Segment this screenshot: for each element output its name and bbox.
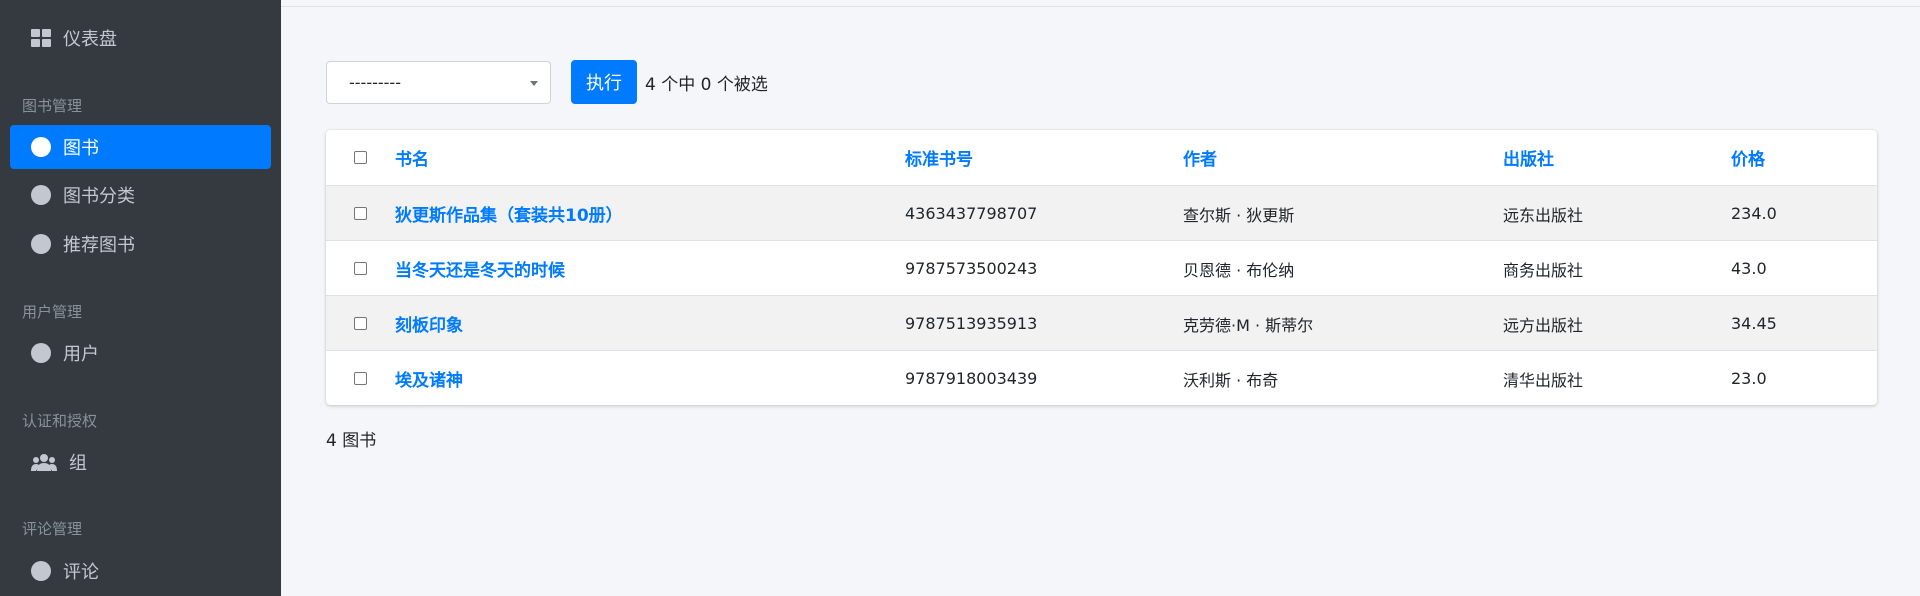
circle-icon <box>31 234 51 254</box>
table-header-row: 书名 标准书号 作者 出版社 价格 <box>326 130 1877 185</box>
book-title-link[interactable]: 当冬天还是冬天的时候 <box>395 241 565 296</box>
action-select-value: --------- <box>349 73 401 92</box>
book-isbn: 4363437798707 <box>905 204 1038 223</box>
table-row: 埃及诸神 9787918003439 沃利斯 · 布奇 清华出版社 23.0 <box>326 350 1877 405</box>
nav-header-users: 用户管理 <box>22 303 83 321</box>
circle-icon <box>31 561 51 581</box>
sidebar-item-users[interactable]: 用户 <box>10 331 271 375</box>
sidebar-item-label: 图书分类 <box>63 186 135 207</box>
caret-down-icon <box>530 81 538 86</box>
nav-header-comments: 评论管理 <box>22 520 83 538</box>
sidebar-item-books[interactable]: 图书 <box>10 125 271 169</box>
column-header-author[interactable]: 作者 <box>1183 130 1217 185</box>
column-header-price[interactable]: 价格 <box>1731 130 1765 185</box>
run-action-button[interactable]: 执行 <box>571 60 637 104</box>
header-divider <box>281 6 1920 7</box>
book-publisher: 远方出版社 <box>1503 315 1584 335</box>
nav-header-books: 图书管理 <box>22 97 83 115</box>
main-content: --------- 执行 4 个中 0 个被选 书名 标准书号 作者 出版社 价… <box>281 0 1920 596</box>
results-table: 书名 标准书号 作者 出版社 价格 狄更斯作品集（套装共10册） 4363437… <box>326 130 1877 405</box>
book-isbn: 9787513935913 <box>905 314 1038 333</box>
sidebar-item-label: 用户 <box>63 344 99 365</box>
column-header-title[interactable]: 书名 <box>395 130 429 185</box>
book-isbn: 9787918003439 <box>905 369 1038 388</box>
book-publisher: 清华出版社 <box>1503 370 1584 390</box>
sidebar: 仪表盘 图书管理 图书 图书分类 推荐图书 用户管理 用户 认证和授权 组 评论… <box>0 0 281 596</box>
row-checkbox[interactable] <box>354 372 367 385</box>
circle-icon <box>31 185 51 205</box>
sidebar-item-label: 组 <box>69 453 87 474</box>
sidebar-item-label: 仪表盘 <box>63 29 117 50</box>
column-header-publisher[interactable]: 出版社 <box>1503 130 1554 185</box>
book-publisher: 商务出版社 <box>1503 260 1584 280</box>
book-author: 沃利斯 · 布奇 <box>1183 370 1279 390</box>
sidebar-item-recommended-books[interactable]: 推荐图书 <box>10 222 271 266</box>
book-title-link[interactable]: 埃及诸神 <box>395 351 463 405</box>
row-checkbox[interactable] <box>354 207 367 220</box>
table-row: 当冬天还是冬天的时候 9787573500243 贝恩德 · 布伦纳 商务出版社… <box>326 240 1877 295</box>
book-price: 234.0 <box>1731 204 1777 223</box>
users-icon <box>31 454 57 471</box>
sidebar-item-label: 评论 <box>63 562 99 583</box>
sidebar-item-label: 推荐图书 <box>63 235 135 256</box>
dashboard-icon <box>31 29 51 47</box>
row-checkbox[interactable] <box>354 262 367 275</box>
sidebar-item-dashboard[interactable]: 仪表盘 <box>10 16 271 60</box>
book-title-link[interactable]: 刻板印象 <box>395 296 463 351</box>
nav-header-auth: 认证和授权 <box>22 412 98 430</box>
book-author: 克劳德·M · 斯蒂尔 <box>1183 315 1314 335</box>
book-isbn: 9787573500243 <box>905 259 1038 278</box>
book-price: 43.0 <box>1731 259 1767 278</box>
book-price: 34.45 <box>1731 314 1777 333</box>
sidebar-item-label: 图书 <box>63 138 99 159</box>
sidebar-item-groups[interactable]: 组 <box>10 440 271 484</box>
select-all-checkbox[interactable] <box>354 151 367 164</box>
circle-icon <box>31 137 51 157</box>
book-author: 贝恩德 · 布伦纳 <box>1183 260 1295 280</box>
book-price: 23.0 <box>1731 369 1767 388</box>
book-title-link[interactable]: 狄更斯作品集（套装共10册） <box>395 186 623 241</box>
table-row: 刻板印象 9787513935913 克劳德·M · 斯蒂尔 远方出版社 34.… <box>326 295 1877 350</box>
circle-icon <box>31 343 51 363</box>
sidebar-item-book-categories[interactable]: 图书分类 <box>10 173 271 217</box>
column-header-isbn[interactable]: 标准书号 <box>905 130 973 185</box>
book-publisher: 远东出版社 <box>1503 205 1584 225</box>
sidebar-item-comments[interactable]: 评论 <box>10 549 271 593</box>
row-checkbox[interactable] <box>354 317 367 330</box>
selection-counter: 4 个中 0 个被选 <box>645 75 768 95</box>
book-author: 查尔斯 · 狄更斯 <box>1183 205 1295 225</box>
result-count: 4 图书 <box>326 431 377 451</box>
action-select[interactable]: --------- <box>326 61 551 104</box>
table-row: 狄更斯作品集（套装共10册） 4363437798707 查尔斯 · 狄更斯 远… <box>326 185 1877 240</box>
